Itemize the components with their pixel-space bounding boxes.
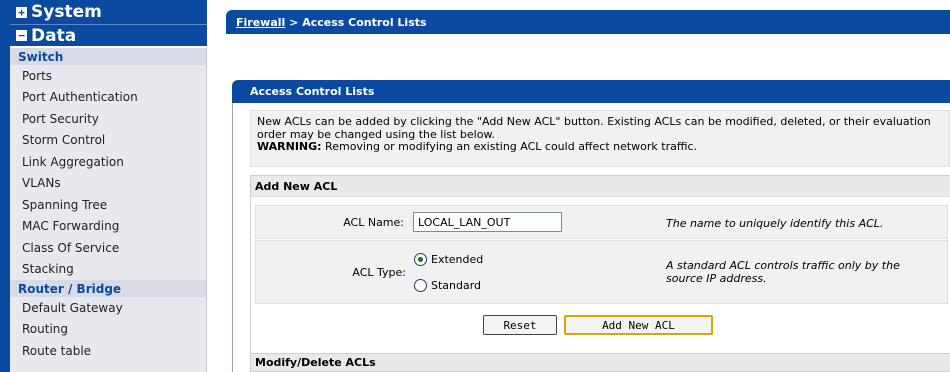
expand-icon: +: [16, 6, 27, 18]
sidebar-item-routing[interactable]: Routing: [10, 319, 206, 341]
acl-type-label: ACL Type:: [352, 266, 406, 279]
breadcrumb-separator: >: [285, 15, 303, 29]
modify-acls-heading: Modify/Delete ACLs: [250, 353, 950, 372]
collapse-icon: −: [16, 30, 27, 41]
left-strip: [0, 0, 10, 372]
sidebar-item-vlans[interactable]: VLANs: [10, 173, 206, 195]
sidebar-section-data[interactable]: − Data: [10, 24, 207, 46]
sidebar-item-spanning-tree[interactable]: Spanning Tree: [10, 194, 206, 216]
breadcrumb-current: Access Control Lists: [302, 15, 427, 29]
radio-extended[interactable]: Extended: [414, 253, 483, 266]
radio-extended-label: Extended: [431, 253, 484, 266]
sidebar-item-port-authentication[interactable]: Port Authentication: [10, 87, 206, 109]
add-acl-heading: Add New ACL: [251, 176, 950, 197]
breadcrumb: Firewall > Access Control Lists: [226, 10, 950, 34]
radio-standard-label: Standard: [431, 279, 482, 292]
acl-type-row: ACL Type: Extended Standard A standard A…: [255, 240, 948, 304]
sidebar-item-port-security[interactable]: Port Security: [10, 108, 206, 130]
panel-title: Access Control Lists: [232, 80, 950, 103]
radio-selected-icon: [414, 253, 427, 266]
sidebar-item-class-of-service[interactable]: Class Of Service: [10, 237, 206, 259]
sidebar-item-route-table[interactable]: Route table: [10, 340, 206, 362]
sidebar-section-system[interactable]: + System: [10, 0, 207, 24]
warning-label: WARNING:: [257, 140, 322, 153]
sidebar-item-ports[interactable]: Ports: [10, 65, 206, 87]
sidebar-nav: Switch Ports Port Authentication Port Se…: [10, 48, 207, 372]
reset-button[interactable]: Reset: [483, 315, 557, 335]
sidebar-section-label: Data: [31, 25, 77, 46]
radio-standard[interactable]: Standard: [414, 279, 481, 292]
sidebar-item-default-gateway[interactable]: Default Gateway: [10, 297, 206, 319]
add-new-acl-button[interactable]: Add New ACL: [564, 315, 713, 335]
acl-type-hint: A standard ACL controls traffic only by …: [666, 259, 900, 285]
acl-panel: New ACLs can be added by clicking the "A…: [232, 103, 950, 372]
radio-unselected-icon: [414, 279, 427, 292]
acl-name-label: ACL Name:: [343, 216, 404, 229]
sidebar-section-label: System: [31, 2, 102, 22]
sidebar-group-router-bridge: Router / Bridge: [10, 280, 206, 297]
acl-name-hint: The name to uniquely identify this ACL.: [666, 217, 884, 230]
sidebar-item-link-aggregation[interactable]: Link Aggregation: [10, 151, 206, 173]
add-acl-section: Add New ACL ACL Name: The name to unique…: [250, 175, 950, 368]
breadcrumb-link-firewall[interactable]: Firewall: [236, 16, 285, 29]
description-text: New ACLs can be added by clicking the "A…: [257, 115, 931, 141]
acl-name-row: ACL Name: The name to uniquely identify …: [255, 205, 948, 239]
sidebar-item-mac-forwarding[interactable]: MAC Forwarding: [10, 216, 206, 238]
warning-text: Removing or modifying an existing ACL co…: [321, 140, 698, 153]
sidebar: + System − Data Switch Ports Port Authen…: [10, 0, 207, 372]
sidebar-group-switch: Switch: [10, 48, 206, 65]
panel-description: New ACLs can be added by clicking the "A…: [250, 110, 950, 167]
sidebar-item-storm-control[interactable]: Storm Control: [10, 130, 206, 152]
acl-name-input[interactable]: [413, 212, 562, 232]
sidebar-item-stacking[interactable]: Stacking: [10, 259, 206, 281]
